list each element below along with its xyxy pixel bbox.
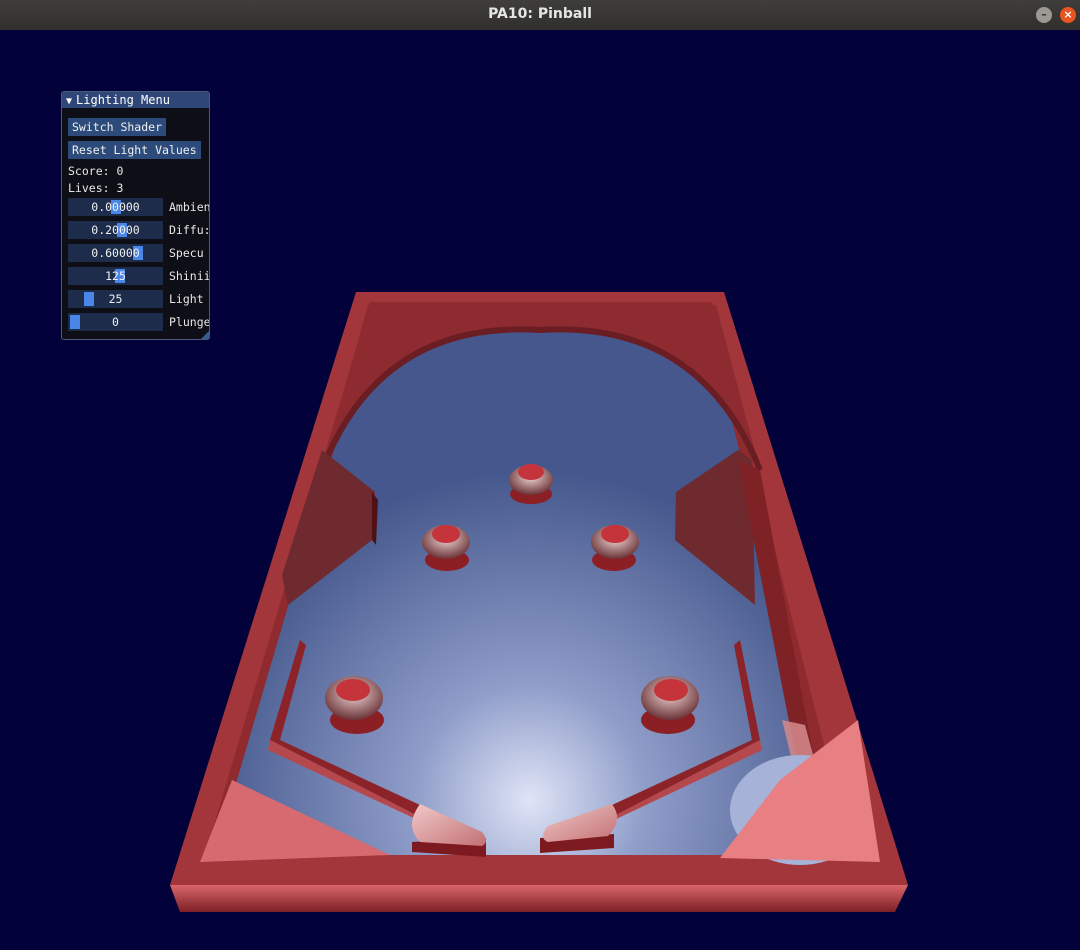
diffuse-slider[interactable]: 0.20000 [68,221,163,239]
shininess-slider[interactable]: 125 [68,267,163,285]
reset-light-values-button[interactable]: Reset Light Values [68,141,201,159]
plunger-slider[interactable]: 0 [68,313,163,331]
light-slider[interactable]: 25 [68,290,163,308]
switch-shader-button[interactable]: Switch Shader [68,118,167,136]
window-title: PA10: Pinball [488,6,592,22]
collapse-arrow-icon[interactable]: ▼ [66,94,72,110]
lighting-menu-title: Lighting Menu [76,93,170,107]
bumper-low-right [641,676,699,734]
diffuse-slider-label: Diffu: [169,223,210,237]
slider-value: 125 [105,269,126,283]
lives-text: Lives: 3 [68,181,124,195]
shininess-slider-label: Shinii [169,269,210,283]
light-slider-label: Light [169,292,204,306]
lighting-menu-header[interactable]: ▼ Lighting Menu [62,92,209,108]
bumper-mid-left [422,525,470,571]
bumper-top [509,464,553,504]
lighting-menu[interactable]: ▼ Lighting Menu Switch Shader Reset Light… [61,91,210,340]
score-text: Score: 0 [68,164,124,178]
bumper-low-left [325,676,384,734]
minimize-button[interactable]: – [1036,7,1052,23]
window-titlebar: PA10: Pinball – × [0,0,1080,30]
bumper-mid-right [591,525,639,571]
resize-grip[interactable] [201,331,209,339]
ambient-slider[interactable]: 0.00000 [68,198,163,216]
plunger-slider-label: Plunge [169,315,210,329]
slider-value: 0.20000 [91,223,140,237]
slider-value: 25 [108,292,123,306]
slider-value: 0 [112,315,119,329]
close-button[interactable]: × [1060,7,1076,23]
slider-value: 0.60000 [91,246,140,260]
specular-slider-label: Specu [169,246,204,260]
slider-value: 0.00000 [91,200,140,214]
ambient-slider-label: Ambien [169,200,210,214]
table-front-face [170,885,908,912]
specular-slider[interactable]: 0.60000 [68,244,163,262]
